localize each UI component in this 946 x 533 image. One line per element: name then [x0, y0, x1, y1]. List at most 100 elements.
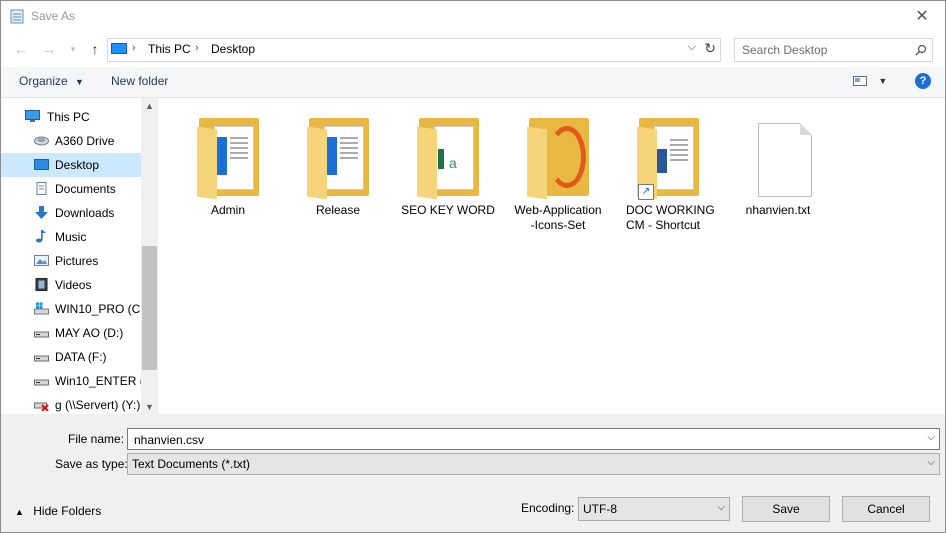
nav-item-documents[interactable]: Documents — [1, 177, 141, 201]
organize-label: Organize — [19, 74, 68, 88]
nav-label: Pictures — [55, 254, 99, 268]
close-button[interactable]: ✕ — [899, 1, 945, 32]
file-label: Release — [315, 203, 361, 217]
nav-label: DATA (F:) — [55, 350, 107, 364]
nav-label: Videos — [55, 278, 92, 292]
chevron-up-icon: ▲ — [15, 507, 24, 517]
save-as-type-value: Text Documents (*.txt) — [132, 457, 251, 471]
nav-item-data-f[interactable]: DATA (F:) — [1, 345, 141, 369]
nav-label: g (\\Servert) (Y:) — [55, 398, 141, 412]
search-box[interactable] — [734, 38, 933, 62]
shortcut-arrow-icon: ↗ — [638, 184, 654, 200]
documents-icon — [36, 182, 47, 195]
new-folder-button[interactable]: New folder — [111, 74, 168, 88]
nav-scrollbar[interactable]: ▲ ▼ — [141, 98, 158, 414]
file-label: DOC WORKING CM - Shortcut — [626, 203, 715, 232]
folder-content-preview — [214, 126, 254, 190]
nav-label: This PC — [47, 110, 90, 124]
nav-item-may-ao-d[interactable]: MAY AO (D:) — [1, 321, 141, 345]
file-label: SEO KEY WORD — [401, 203, 495, 217]
view-options-button[interactable]: ▼ — [853, 73, 887, 87]
nav-item-win10-enter-g[interactable]: Win10_ENTER (G — [1, 369, 153, 393]
scroll-up-icon[interactable]: ▲ — [141, 101, 158, 111]
folder-content-preview — [324, 126, 364, 190]
folder-front-flap — [307, 126, 327, 200]
view-icon — [853, 75, 867, 86]
nav-label: MAY AO (D:) — [55, 326, 124, 340]
breadcrumb-separator: › — [195, 42, 199, 54]
folder-content-preview — [654, 126, 694, 190]
chevron-down-icon: ▼ — [878, 76, 888, 86]
breadcrumb-desktop[interactable]: Desktop — [211, 42, 255, 56]
recent-locations-chevron-icon[interactable]: ▾ — [63, 39, 83, 59]
save-as-type-select[interactable]: Text Documents (*.txt) ⌵ — [127, 453, 940, 475]
nav-item-music[interactable]: Music — [1, 225, 141, 249]
organize-menu[interactable]: Organize ▼ — [19, 74, 84, 88]
computer-icon — [25, 110, 40, 122]
file-label: nhanvien.txt — [745, 203, 811, 217]
refresh-icon[interactable]: ↻ — [704, 40, 716, 57]
navigation-pane: This PC A360 Drive Desktop Documents Dow… — [1, 98, 158, 414]
videos-icon — [35, 278, 48, 291]
cloud-drive-icon — [34, 136, 49, 146]
file-name-label: File name: — [68, 432, 125, 446]
file-list: Admin Release a SEO KEY WORD Web-Applica… — [158, 98, 945, 414]
folder-content-preview: a — [434, 126, 474, 190]
scrollbar-thumb[interactable] — [142, 246, 157, 370]
cancel-button[interactable]: Cancel — [842, 496, 930, 522]
file-item-seo-key-word[interactable]: a SEO KEY WORD — [398, 108, 498, 248]
nav-item-desktop[interactable]: Desktop — [1, 153, 141, 177]
file-item-doc-working-cm-shortcut[interactable]: ↗ DOC WORKING CM - Shortcut — [618, 108, 718, 248]
notepad-icon — [10, 9, 24, 24]
nav-label: A360 Drive — [55, 134, 115, 148]
search-input[interactable] — [740, 41, 904, 59]
save-button[interactable]: Save — [742, 496, 830, 522]
scroll-down-icon[interactable]: ▼ — [141, 402, 158, 412]
nav-label: Documents — [55, 182, 116, 196]
back-arrow-icon[interactable]: ← — [11, 39, 31, 59]
help-button[interactable]: ? — [915, 73, 931, 89]
up-arrow-icon[interactable]: ↑ — [85, 39, 105, 59]
text-file-icon — [758, 123, 812, 197]
network-drive-disconnected-icon — [34, 402, 49, 411]
file-name-combobox[interactable]: ⌵ — [127, 428, 940, 450]
file-item-release[interactable]: Release — [288, 108, 388, 248]
drive-icon — [34, 331, 49, 338]
downloads-icon — [35, 206, 48, 219]
folder-front-flap — [417, 126, 437, 200]
encoding-select[interactable]: UTF-8 ⌵ — [578, 497, 730, 521]
nav-item-videos[interactable]: Videos — [1, 273, 141, 297]
nav-item-pictures[interactable]: Pictures — [1, 249, 141, 273]
app-logo-preview — [548, 126, 586, 188]
chevron-down-icon: ⌵ — [717, 502, 725, 513]
address-dropdown-icon[interactable]: ⌵ — [688, 41, 696, 54]
nav-item-this-pc[interactable]: This PC — [1, 105, 141, 129]
file-item-admin[interactable]: Admin — [178, 108, 278, 248]
nav-item-a360-drive[interactable]: A360 Drive — [1, 129, 141, 153]
file-label: Admin — [210, 203, 245, 217]
nav-item-downloads[interactable]: Downloads — [1, 201, 141, 225]
address-bar[interactable]: › This PC › Desktop ⌵ ↻ — [107, 38, 721, 62]
forward-arrow-icon[interactable]: → — [39, 39, 59, 59]
drive-icon — [34, 355, 49, 362]
file-label: Web-Application -Icons-Set — [514, 203, 602, 232]
hide-folders-button[interactable]: ▲ Hide Folders — [15, 504, 101, 518]
windows-drive-icon — [34, 302, 49, 315]
window-title: Save As — [31, 9, 76, 23]
file-name-input[interactable] — [132, 431, 906, 449]
command-bar: Organize ▼ New folder ▼ ? — [1, 67, 945, 98]
chevron-down-icon: ▼ — [75, 77, 84, 87]
nav-label: Desktop — [55, 158, 100, 172]
drive-icon — [34, 379, 49, 386]
chevron-down-icon[interactable]: ⌵ — [927, 432, 935, 443]
file-item-web-application-icons-set[interactable]: Web-Application -Icons-Set — [508, 108, 608, 248]
file-item-nhanvien-txt[interactable]: nhanvien.txt — [728, 108, 828, 248]
breadcrumb-this-pc[interactable]: This PC — [148, 42, 191, 56]
nav-item-win10-pro-c[interactable]: WIN10_PRO (C:) — [1, 297, 148, 321]
nav-label: WIN10_PRO (C:) — [55, 302, 148, 316]
pictures-icon — [34, 255, 49, 266]
nav-item-network-y[interactable]: g (\\Servert) (Y:) — [1, 393, 141, 414]
music-icon — [36, 230, 46, 243]
chevron-down-icon: ⌵ — [927, 457, 935, 468]
folder-front-flap — [197, 126, 217, 200]
